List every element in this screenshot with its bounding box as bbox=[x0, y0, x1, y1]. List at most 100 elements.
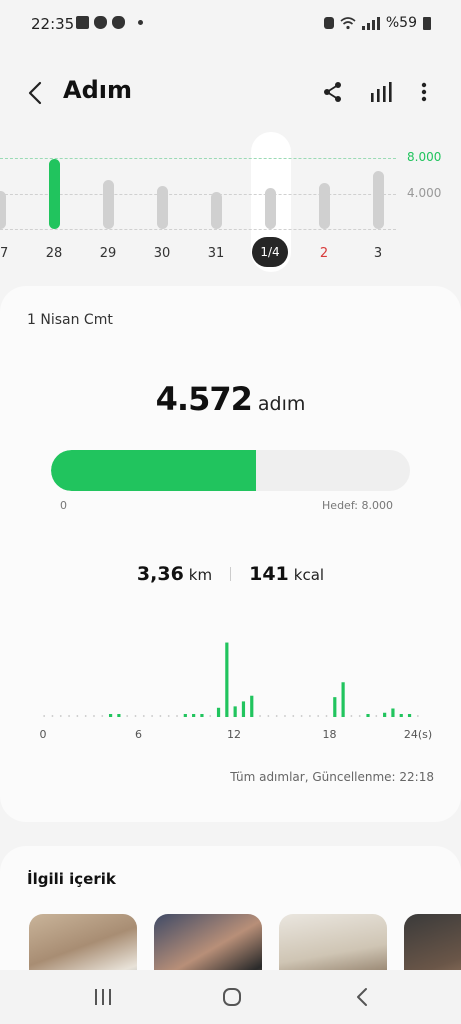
hourly-empty-dot bbox=[325, 715, 328, 717]
hourly-empty-dot bbox=[358, 715, 361, 717]
hourly-bar bbox=[399, 714, 403, 717]
status-notification-icons bbox=[76, 16, 143, 29]
share-icon bbox=[324, 82, 341, 102]
selected-date: 1 Nisan Cmt bbox=[27, 312, 113, 328]
hourly-empty-dot bbox=[93, 715, 95, 717]
hourly-bar bbox=[333, 697, 337, 717]
day-label[interactable]: 27 bbox=[0, 246, 20, 261]
hourly-bar bbox=[241, 701, 246, 717]
more-options-button[interactable] bbox=[409, 77, 439, 107]
bar-chart-icon bbox=[371, 82, 392, 102]
shield-icon bbox=[94, 16, 107, 29]
chevron-left-icon bbox=[28, 81, 42, 105]
hourly-bar bbox=[250, 695, 254, 717]
day-bar-3[interactable] bbox=[372, 171, 384, 229]
hourly-empty-dot bbox=[375, 715, 378, 717]
progress-min-label: 0 bbox=[60, 499, 67, 512]
home-icon bbox=[223, 988, 241, 1006]
daily-steps-chart[interactable]: 8.000 4.000 27 28 29 30 31 1/4 23 bbox=[0, 128, 461, 278]
hourly-bar bbox=[108, 714, 113, 717]
daily-summary-card: 1 Nisan Cmt 4.572 adım 0 Hedef: 8.000 3,3… bbox=[0, 286, 461, 822]
hourly-empty-dot bbox=[416, 715, 419, 717]
back-button[interactable] bbox=[20, 78, 50, 108]
hourly-empty-dot bbox=[292, 715, 295, 717]
wifi-icon bbox=[340, 16, 356, 29]
hourly-bar bbox=[383, 712, 387, 717]
hourly-bar bbox=[391, 708, 395, 717]
status-bar: 22:35 %59 bbox=[0, 0, 461, 48]
hourly-bar bbox=[233, 706, 237, 717]
hourly-empty-dot bbox=[167, 715, 170, 717]
hourly-empty-dot bbox=[134, 715, 137, 717]
image-icon bbox=[76, 16, 89, 29]
more-notifications-icon bbox=[138, 20, 143, 25]
hourly-bar bbox=[216, 707, 221, 717]
day-label[interactable]: 1/4 bbox=[252, 237, 288, 267]
hourly-empty-dot bbox=[151, 715, 154, 717]
chevron-left-icon bbox=[357, 988, 367, 1006]
home-button[interactable] bbox=[217, 984, 247, 1010]
page-title: Adım bbox=[63, 76, 132, 104]
distance-value: 3,36 bbox=[136, 563, 184, 585]
hourly-bar bbox=[341, 682, 345, 717]
share-button[interactable] bbox=[318, 77, 348, 107]
hourly-empty-dot bbox=[43, 715, 46, 717]
status-system-icons: %59 bbox=[323, 15, 431, 31]
calories-unit: kcal bbox=[293, 566, 325, 584]
hourly-empty-dot bbox=[51, 715, 54, 717]
hour-tick-label: 12 bbox=[227, 728, 241, 741]
hourly-empty-dot bbox=[159, 715, 162, 717]
hourly-empty-dot bbox=[101, 715, 104, 717]
calories-value: 141 bbox=[249, 563, 289, 585]
battery-icon bbox=[423, 16, 431, 30]
day-bar-27[interactable] bbox=[0, 191, 6, 229]
hourly-empty-dot bbox=[59, 715, 62, 717]
steps-value: 4.572 bbox=[155, 380, 253, 418]
hour-tick-label: 0 bbox=[39, 728, 47, 741]
recent-apps-button[interactable] bbox=[88, 984, 118, 1010]
goal-label: Hedef: 8.000 bbox=[322, 499, 393, 512]
hourly-empty-dot bbox=[284, 715, 286, 717]
stat-divider bbox=[230, 567, 232, 581]
hourly-empty-dot bbox=[267, 715, 270, 717]
hourly-bar bbox=[192, 714, 196, 717]
day-bar-30[interactable] bbox=[156, 185, 168, 229]
day-label[interactable]: 2 bbox=[304, 246, 344, 261]
hourly-empty-dot bbox=[142, 715, 145, 717]
day-label[interactable]: 31 bbox=[196, 246, 236, 261]
hourly-bar bbox=[225, 642, 229, 717]
hourly-empty-dot bbox=[317, 715, 320, 717]
hourly-empty-dot bbox=[76, 715, 79, 717]
day-label[interactable]: 30 bbox=[142, 246, 182, 261]
day-label[interactable]: 3 bbox=[358, 246, 398, 261]
battery-percent: %59 bbox=[385, 15, 417, 31]
goal-gridline bbox=[0, 158, 396, 159]
steps-total: 4.572 adım bbox=[0, 380, 461, 418]
related-content-title: İlgili içerik bbox=[27, 870, 116, 888]
hourly-empty-dot bbox=[350, 715, 353, 717]
hourly-bar bbox=[183, 714, 187, 717]
distance-calories-row: 3,36 km 141 kcal bbox=[0, 563, 461, 585]
status-time: 22:35 bbox=[31, 15, 75, 33]
day-label[interactable]: 29 bbox=[88, 246, 128, 261]
hourly-empty-dot bbox=[275, 715, 278, 717]
day-bar-31[interactable] bbox=[210, 192, 222, 229]
goal-gridline-label: 8.000 bbox=[407, 150, 442, 164]
day-bar-28[interactable] bbox=[48, 158, 60, 229]
distance-unit: km bbox=[188, 566, 213, 584]
more-vertical-icon bbox=[421, 82, 427, 102]
alarm-icon bbox=[323, 17, 334, 29]
day-label[interactable]: 28 bbox=[34, 246, 74, 261]
statistics-button[interactable] bbox=[366, 77, 396, 107]
app-header: Adım bbox=[0, 60, 461, 124]
hourly-bar bbox=[407, 714, 412, 717]
goal-progress-bar bbox=[51, 450, 410, 491]
day-bar-1-4[interactable] bbox=[264, 187, 276, 229]
hourly-empty-dot bbox=[68, 715, 70, 717]
day-bar-2[interactable] bbox=[318, 183, 330, 229]
last-updated-text: Tüm adımlar, Güncellenme: 22:18 bbox=[230, 770, 434, 784]
system-back-button[interactable] bbox=[347, 984, 377, 1010]
goal-progress-fill bbox=[51, 450, 257, 491]
day-bar-29[interactable] bbox=[102, 179, 114, 229]
hourly-empty-dot bbox=[259, 715, 261, 717]
